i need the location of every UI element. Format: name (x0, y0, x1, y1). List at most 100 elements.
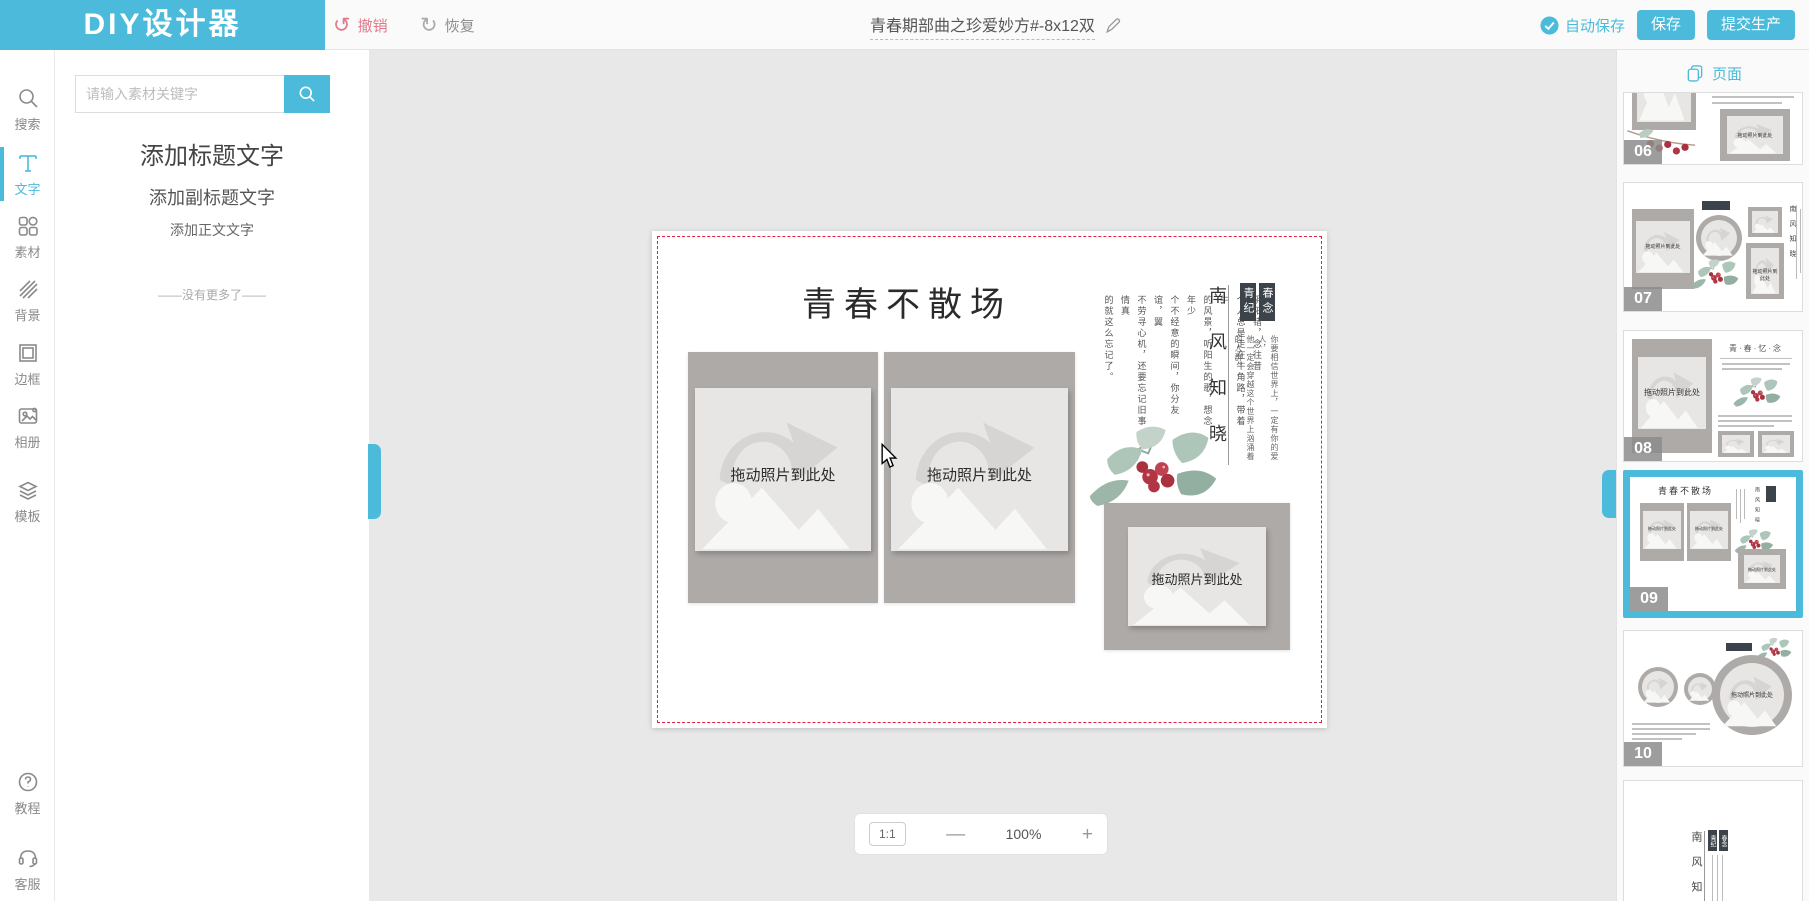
rail-label: 搜索 (14, 116, 41, 132)
page-number-badge: 06 (1624, 140, 1662, 164)
zoom-control-bar: 1:1 — 100% + (854, 813, 1108, 855)
thumb-title: 青春不散场 (1658, 487, 1714, 497)
search-input[interactable] (76, 76, 284, 112)
search-icon (16, 86, 40, 110)
header-right-controls: 自动保存 保存 提交生产 (1540, 0, 1795, 50)
sidebar-item-album[interactable]: 相册 (0, 396, 55, 458)
pages-title: 页面 (1711, 65, 1742, 83)
rail-label: 素材 (14, 244, 41, 260)
search-button[interactable] (284, 75, 330, 113)
canvas-title-text[interactable]: 青春不散场 (802, 277, 1012, 326)
thumbnail-preview: 南风知晓 青纪 春念 (1624, 781, 1802, 901)
pages-panel: 页面 拖动照片到此处 06 拖动照片到此处 拖动照片到此处 南风知晓 07 拖动… (1616, 50, 1809, 901)
page-thumbnail-11[interactable]: 南风知晓 青纪 春念 11 (1623, 780, 1803, 901)
drag-photo-hint: 拖动照片到此处 (1151, 572, 1243, 587)
add-title-text-option[interactable]: 添加标题文字 (55, 136, 369, 171)
photo-drop-zone-2[interactable]: 拖动照片到此处 (884, 352, 1075, 603)
save-button[interactable]: 保存 (1636, 10, 1695, 40)
rail-label: 客服 (14, 876, 41, 892)
stamp-left-column: 青纪 (1240, 283, 1256, 321)
sidebar-item-search[interactable]: 搜索 (0, 78, 55, 140)
page-thumbnail-06[interactable]: 拖动照片到此处 06 (1623, 92, 1803, 165)
sidebar-item-border[interactable]: 边框 (0, 333, 55, 395)
page-number-badge: 10 (1624, 742, 1662, 766)
submit-production-button[interactable]: 提交生产 (1706, 10, 1795, 40)
photo-drop-zone-3[interactable]: 拖动照片到此处 (1104, 503, 1290, 650)
page-thumbnail-08[interactable]: 拖动照片到此处 青·春·忆·念 08 (1623, 330, 1803, 462)
undo-label: 撤销 (357, 17, 388, 35)
redo-label: 恢复 (444, 17, 475, 35)
sidebar-item-elements[interactable]: 素材 (0, 206, 55, 268)
right-panel-collapse-handle[interactable] (1602, 470, 1616, 518)
text-tool-panel: 添加标题文字 添加副标题文字 添加正文文字 ——没有更多了—— (55, 50, 369, 901)
zoom-out-button[interactable]: — (946, 825, 965, 844)
no-more-label: ——没有更多了—— (157, 288, 266, 302)
rail-label: 背景 (14, 307, 41, 323)
rail-label: 边框 (14, 371, 41, 387)
sidebar-item-tutorial[interactable]: 教程 (0, 762, 55, 824)
sidebar-item-text[interactable]: 文字 (0, 143, 55, 205)
ratio-1-1-button[interactable]: 1:1 (869, 822, 906, 846)
photo-drop-zone-1[interactable]: 拖动照片到此处 (688, 352, 878, 603)
page-number-badge: 07 (1624, 287, 1662, 311)
paragraph-column: 个不经意的瞬间，你分友谊，翼 (1153, 295, 1180, 416)
photo-placeholder: 拖动照片到此处 (695, 388, 871, 551)
undo-icon: ↺ (333, 13, 351, 37)
app-logo: DIY设计器 (0, 0, 325, 50)
vertical-divider-line (1228, 285, 1229, 465)
rail-label: 相册 (14, 434, 41, 450)
page-thumbnail-09-selected[interactable]: 青春不散场 拖动照片到此处 拖动照片到此处 南风知晓 拖动照片到此处 09 (1623, 470, 1803, 618)
border-icon (16, 341, 40, 365)
pages-panel-header: 页面 (1617, 58, 1809, 88)
background-icon (16, 277, 40, 301)
album-icon (16, 404, 40, 428)
zoom-in-button[interactable]: + (1082, 825, 1093, 844)
material-search-box (75, 75, 330, 113)
holly-berry-illustration (1691, 258, 1739, 290)
sidebar-item-support[interactable]: 客服 (0, 838, 55, 900)
redo-button[interactable]: ↻ 恢复 (420, 0, 475, 50)
document-title[interactable]: 青春期部曲之珍爱妙方#-8x12双面水晶 (870, 12, 1095, 40)
drag-photo-hint: 拖动照片到此处 (730, 467, 836, 484)
design-canvas[interactable]: 青春不散场 拖动照片到此处 拖动照片到此处 阴阳错，念往昔 个人总是走在牛角路，… (652, 231, 1327, 728)
undo-button[interactable]: ↺ 撤销 (333, 0, 388, 50)
sidebar-item-template[interactable]: 模板 (0, 470, 55, 532)
add-body-text-option[interactable]: 添加正文文字 (55, 220, 369, 240)
pages-icon (1687, 65, 1703, 82)
thumb-heading: 青·春·忆·念 (1729, 344, 1783, 353)
paragraph-column: 的就这么忘记了。 (1103, 295, 1114, 383)
rail-label: 模板 (14, 508, 41, 524)
autosave-toggle[interactable]: 自动保存 (1540, 15, 1625, 36)
autosave-label: 自动保存 (1564, 17, 1625, 35)
page-number-badge: 09 (1630, 587, 1668, 611)
photo-placeholder: 拖动照片到此处 (891, 388, 1068, 551)
paragraph-column: 不劳寻心机，还要忘记旧事情真 (1120, 295, 1147, 427)
help-icon (16, 770, 40, 794)
side-note-column: 你要相信世界上，一定有你的爱人， (1258, 335, 1279, 461)
add-subtitle-text-option[interactable]: 添加副标题文字 (55, 184, 369, 210)
edit-pencil-icon[interactable] (1103, 16, 1123, 36)
elements-icon (16, 214, 40, 238)
text-icon (16, 151, 40, 175)
mouse-cursor (881, 443, 898, 468)
diy-designer-app: DIY设计器 ↺ 撤销 ↻ 恢复 青春期部曲之珍爱妙方#-8x12双面水晶 自动… (0, 0, 1809, 901)
sidebar-item-background[interactable]: 背景 (0, 269, 55, 331)
side-note-column: 他一定会穿越这个世界上汹涌着的人群。 (1234, 335, 1255, 461)
support-icon (16, 846, 40, 870)
rail-label: 教程 (14, 800, 41, 816)
page-number-badge: 08 (1624, 437, 1662, 461)
seal-stamp[interactable]: 青纪 春念 (1240, 283, 1275, 321)
document-title-wrap: 青春期部曲之珍爱妙方#-8x12双面水晶 (870, 12, 1123, 40)
redo-icon: ↻ (420, 13, 438, 37)
vertical-side-note-text[interactable]: 你要相信世界上，一定有你的爱人， 他一定会穿越这个世界上汹涌着的人群。 (1232, 335, 1280, 461)
left-icon-rail: 搜索 文字 素材 背景 边框 相册 模板 教程 客服 (0, 50, 55, 901)
page-thumbnail-07[interactable]: 拖动照片到此处 拖动照片到此处 南风知晓 07 (1623, 182, 1803, 312)
rail-label: 文字 (14, 181, 41, 197)
template-icon (16, 478, 40, 502)
photo-placeholder: 拖动照片到此处 (1128, 527, 1266, 626)
left-panel-collapse-handle[interactable] (368, 444, 381, 519)
page-thumbnail-10[interactable]: 拖动照片到此处 10 (1623, 630, 1803, 767)
stamp-right-column: 春念 (1259, 283, 1275, 321)
drag-photo-hint: 拖动照片到此处 (926, 467, 1032, 484)
search-icon (299, 86, 315, 102)
